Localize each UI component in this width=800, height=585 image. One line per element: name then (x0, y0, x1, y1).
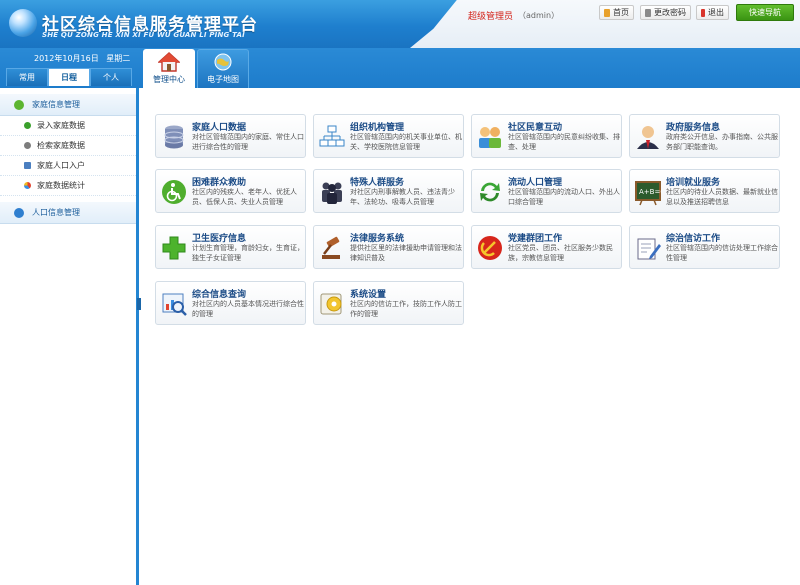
card-description: 社区党员、团员、社区服务少数民族，宗教信息管理 (508, 244, 613, 262)
home-button[interactable]: 首页 (599, 5, 634, 20)
sidebar-group-family[interactable]: 家庭信息管理 (0, 94, 136, 116)
sidebar: 家庭信息管理 录入家庭数据 检索家庭数据 家庭人口入户 家庭数据统计 人口信息管… (0, 88, 139, 585)
card-description: 社区管辖范围内的民意纠纷收集、排查、处理 (508, 133, 620, 151)
card-family-population-data[interactable]: 家庭人口数据 对社区管辖范围内的家庭、常住人口进行综合性的管理 (155, 114, 306, 158)
card-needy-assistance[interactable]: 困难群众救助 社区内的残疾人、老年人、优抚人员、低保人员、失业人员管理 (155, 169, 306, 213)
blackboard-icon: A+B=C (635, 181, 662, 206)
settings-icon (320, 293, 342, 315)
person-icon (14, 207, 24, 218)
register-icon (24, 162, 31, 169)
tab-management-center[interactable]: 管理中心 (143, 49, 195, 88)
user-role: 超级管理员 (468, 12, 514, 22)
main-content: 家庭人口数据 对社区管辖范围内的家庭、常住人口进行综合性的管理 组织机构管理 社… (142, 88, 800, 585)
exit-label: 退出 (708, 8, 724, 17)
org-chart-icon (319, 125, 345, 147)
sidebar-group-family-label: 家庭信息管理 (32, 100, 80, 109)
weekday-text: 星期二 (106, 54, 131, 63)
card-description: 政府类公开信息、办事指南、公共服务部门职能查询。 (666, 133, 778, 151)
card-description: 对社区内刑事解教人员、违法青少年、法轮功、吸毒人员管理 (350, 188, 455, 206)
globe-icon (214, 53, 232, 71)
card-petition-work[interactable]: 综治信访工作 社区管辖范围内的信访处理工作综合性管理 (629, 225, 780, 269)
card-description: 社区内的待业人员数据、最新就业信息以及推送招聘信息 (666, 188, 778, 206)
database-icon (164, 125, 184, 149)
tab-management-center-label: 管理中心 (153, 75, 185, 84)
top-header: 社区综合信息服务管理平台 SHE QU ZONG HE XIN XI FU WU… (0, 0, 800, 48)
sidebar-item-label: 录入家庭数据 (37, 121, 85, 130)
card-legal-service-system[interactable]: 法律服务系统 提供社区里的法律援助申请管理和法律知识普及 (313, 225, 464, 269)
card-community-opinion-interaction[interactable]: 社区民意互动 社区管辖范围内的民意纠纷收集、排查、处理 (471, 114, 622, 158)
tab-electronic-map-label: 电子地图 (207, 75, 239, 84)
medical-cross-icon (162, 236, 186, 260)
sidebar-group-population-label: 人口信息管理 (32, 208, 80, 217)
edit-icon (637, 238, 661, 260)
sidebar-collapse-handle[interactable] (137, 298, 141, 310)
sidebar-item-family-statistics[interactable]: 家庭数据统计 (0, 176, 136, 196)
tab-schedule[interactable]: 日程 (48, 68, 90, 86)
search-chart-icon (162, 293, 187, 316)
card-description: 社区管辖范围内的流动人口、外出人口综合管理 (508, 188, 620, 206)
card-description: 社区管辖范围内的机关事业单位、机关、学校医院信息管理 (350, 133, 462, 151)
quick-nav-button[interactable]: 快速导航 (736, 4, 794, 21)
home-icon (604, 8, 610, 17)
sidebar-group-population[interactable]: 人口信息管理 (0, 202, 136, 224)
card-organization-management[interactable]: 组织机构管理 社区管辖范围内的机关事业单位、机关、学校医院信息管理 (313, 114, 464, 158)
card-description: 对社区管辖范围内的家庭、常住人口进行综合性的管理 (192, 133, 304, 151)
card-system-settings[interactable]: 系统设置 社区内的信访工作，技防工作人防工作的管理 (313, 281, 464, 325)
current-date: 2012年10月16日 星期二 (34, 53, 130, 64)
card-training-employment[interactable]: A+B=C 培训就业服务 社区内的待业人员数据、最新就业信息以及推送招聘信息 (629, 169, 780, 213)
sidebar-item-household-registration[interactable]: 家庭人口入户 (0, 156, 136, 176)
close-icon (701, 8, 705, 17)
people-icon (479, 127, 501, 148)
card-health-medical-info[interactable]: 卫生医疗信息 计划生育管理，育龄妇女，生育证，独生子女证管理 (155, 225, 306, 269)
search-icon (24, 142, 31, 149)
card-description: 提供社区里的法律援助申请管理和法律知识普及 (350, 244, 462, 262)
date-text: 2012年10月16日 (34, 54, 99, 63)
key-icon (645, 8, 651, 17)
sidebar-item-search-family-data[interactable]: 检索家庭数据 (0, 136, 136, 156)
sidebar-item-label: 家庭数据统计 (37, 181, 85, 190)
family-group-icon (14, 99, 24, 110)
user-name: （admin） (518, 11, 560, 20)
card-comprehensive-info-query[interactable]: 综合信息查询 对社区内的人员基本情况进行综合性的管理 (155, 281, 306, 325)
refresh-icon (480, 182, 500, 202)
card-floating-population[interactable]: 流动人口管理 社区管辖范围内的流动人口、外出人口综合管理 (471, 169, 622, 213)
card-special-groups-service[interactable]: 特殊人群服务 对社区内刑事解教人员、违法青少年、法轮功、吸毒人员管理 (313, 169, 464, 213)
card-government-service-info[interactable]: 政府服务信息 政府类公开信息、办事指南、公共服务部门职能查询。 (629, 114, 780, 158)
exit-button[interactable]: 退出 (696, 5, 729, 20)
card-description: 计划生育管理，育龄妇女，生育证，独生子女证管理 (192, 244, 304, 262)
card-description: 社区管辖范围内的信访处理工作综合性管理 (666, 244, 778, 262)
sidebar-item-enter-family-data[interactable]: 录入家庭数据 (0, 116, 136, 136)
sidebar-item-label: 检索家庭数据 (37, 141, 85, 150)
sidebar-item-label: 家庭人口入户 (37, 161, 85, 170)
government-icon (637, 126, 659, 149)
home-icon (158, 52, 180, 72)
tab-electronic-map[interactable]: 电子地图 (197, 49, 249, 88)
crowd-icon (322, 182, 342, 204)
wheelchair-icon (162, 180, 186, 204)
svg-text:A+B=C: A+B=C (639, 188, 662, 196)
left-tab-bar: 常用 日程 个人 (6, 68, 132, 86)
tab-personal[interactable]: 个人 (90, 68, 132, 86)
logo-globe-icon (9, 9, 37, 37)
card-description: 社区内的残疾人、老年人、优抚人员、低保人员、失业人员管理 (192, 188, 297, 206)
party-emblem-icon (478, 236, 502, 260)
card-party-mass-work[interactable]: 党建群团工作 社区党员、团员、社区服务少数民族，宗教信息管理 (471, 225, 622, 269)
card-description: 社区内的信访工作，技防工作人防工作的管理 (350, 300, 462, 318)
app-subtitle: SHE QU ZONG HE XIN XI FU WU GUAN LI PING… (42, 31, 245, 39)
change-password-button[interactable]: 更改密码 (640, 5, 691, 20)
tab-common[interactable]: 常用 (6, 68, 48, 86)
card-description: 对社区内的人员基本情况进行综合性的管理 (192, 300, 304, 318)
gavel-icon (322, 236, 340, 259)
change-password-label: 更改密码 (654, 8, 686, 17)
pie-chart-icon (24, 182, 31, 189)
plus-icon (24, 122, 31, 129)
home-label: 首页 (613, 8, 629, 17)
